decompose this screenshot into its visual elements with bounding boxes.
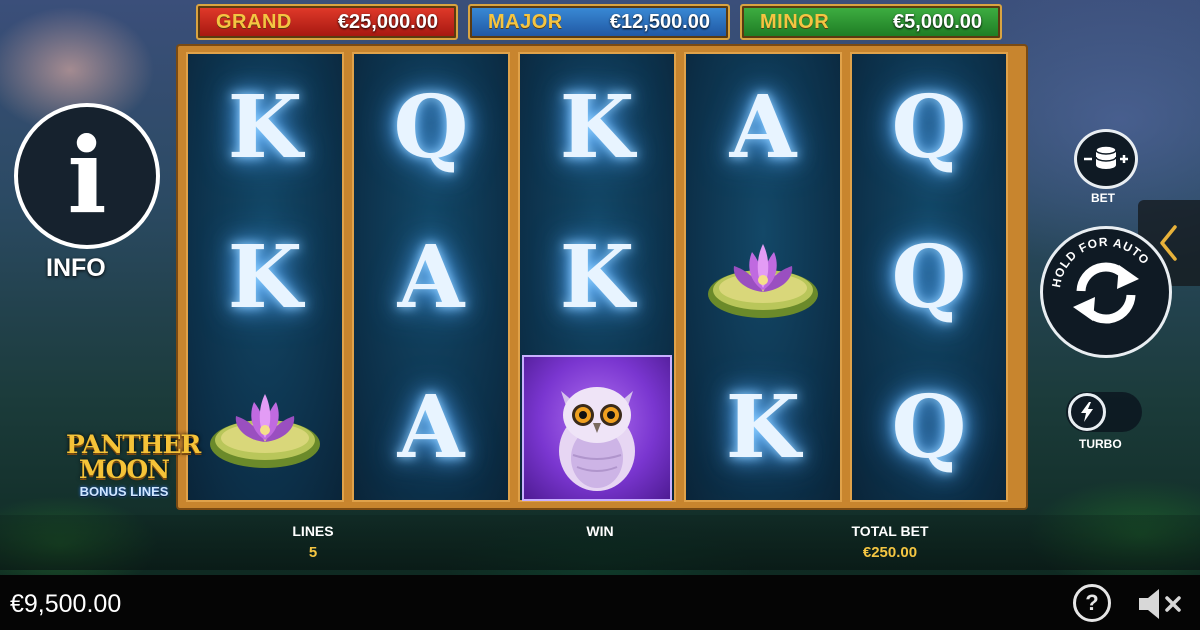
jackpot-major-value: €12,500.00 — [609, 10, 710, 33]
total-bet-value: €250.00 — [862, 544, 918, 561]
reel-1: KK — [186, 52, 344, 502]
reel-cell: K — [684, 352, 842, 502]
letter-symbol: A — [397, 226, 465, 328]
question-icon: ? — [1085, 590, 1099, 615]
help-button[interactable]: ? — [1073, 584, 1111, 622]
reel-cell: Q — [352, 52, 510, 202]
reel-cell — [518, 352, 676, 502]
reel-cell: A — [352, 202, 510, 352]
lines-stat: LINES 5 — [270, 523, 356, 561]
reel-cell: K — [186, 52, 344, 202]
letter-symbol: A — [397, 376, 465, 478]
reel-cell: Q — [850, 352, 1008, 502]
spin-button[interactable]: HOLD FOR AUTO — [1040, 226, 1172, 358]
balance-value: €9,500.00 — [10, 590, 122, 618]
win-stat: WIN — [560, 523, 640, 561]
owl-icon — [559, 387, 635, 491]
logo-line-2: MOON — [78, 455, 170, 484]
reel-cell: K — [518, 202, 676, 352]
jackpot-major-label: MAJOR — [488, 10, 563, 33]
stats-bar: LINES 5 WIN TOTAL BET €250.00 — [0, 515, 1200, 570]
total-bet-label: TOTAL BET — [851, 523, 929, 539]
lines-value: 5 — [308, 544, 318, 561]
reel-2: QAA — [352, 52, 510, 502]
reel-cell: A — [352, 352, 510, 502]
jackpot-minor-label: MINOR — [760, 10, 830, 33]
win-label: WIN — [586, 523, 614, 539]
reel-cell: K — [186, 202, 344, 352]
reel-grid: KK QAAKK A K Q Q Q — [178, 46, 1026, 508]
reel-5: QQQ — [850, 52, 1008, 502]
coin-stack-icon — [1084, 145, 1128, 169]
info-label: INFO — [46, 254, 106, 282]
jackpot-minor: MINOR €5,000.00 — [740, 4, 1002, 40]
letter-symbol: K — [559, 226, 635, 328]
letter-symbol: A — [729, 76, 797, 178]
turbo-label: TURBO — [1079, 437, 1122, 451]
spin-arrows-icon — [1073, 262, 1139, 324]
win-value — [560, 544, 640, 561]
lines-label: LINES — [292, 523, 334, 539]
bottom-bar — [0, 575, 1200, 630]
jackpot-grand-value: €25,000.00 — [337, 10, 438, 33]
turbo-knob[interactable] — [1068, 393, 1106, 431]
letter-symbol: Q — [393, 76, 469, 178]
jackpot-minor-value: €5,000.00 — [893, 10, 982, 33]
reel-cell: K — [518, 52, 676, 202]
letter-symbol: K — [725, 376, 801, 478]
lightning-icon — [1081, 402, 1093, 422]
hold-for-auto-text: HOLD FOR AUTO — [1049, 235, 1152, 289]
reel-cell: A — [684, 52, 842, 202]
lotus-symbol — [210, 394, 320, 468]
letter-symbol: K — [227, 226, 303, 328]
info-button[interactable]: i — [14, 103, 160, 249]
bet-button[interactable] — [1074, 129, 1138, 189]
speaker-muted-icon — [1139, 589, 1181, 619]
reel-cell — [186, 352, 344, 502]
jackpot-bar: GRAND €25,000.00 MAJOR €12,500.00 MINOR … — [196, 4, 1006, 42]
letter-symbol: K — [227, 76, 303, 178]
sound-button[interactable] — [1136, 587, 1186, 621]
reel-cell: Q — [850, 52, 1008, 202]
spin-graphic: HOLD FOR AUTO — [1049, 235, 1152, 324]
jackpot-grand-label: GRAND — [216, 10, 292, 33]
reel-4: A K — [684, 52, 842, 502]
letter-symbol: K — [559, 76, 635, 178]
letter-symbol: Q — [891, 76, 967, 178]
owl-symbol — [522, 355, 672, 501]
reel-cell: Q — [850, 202, 1008, 352]
reel-3: KK — [518, 52, 676, 502]
reel-cell — [684, 202, 842, 352]
jackpot-major: MAJOR €12,500.00 — [468, 4, 730, 40]
jackpot-grand: GRAND €25,000.00 — [196, 4, 458, 40]
logo-line-1: PANTHER — [66, 430, 201, 459]
bet-label: BET — [1091, 191, 1115, 205]
lotus-symbol — [708, 244, 818, 318]
total-bet-stat: TOTAL BET €250.00 — [830, 523, 950, 561]
info-icon: i — [67, 114, 107, 237]
logo-line-3: BONUS LINES — [79, 484, 169, 499]
letter-symbol: Q — [891, 376, 967, 478]
letter-symbol: Q — [891, 226, 967, 328]
game-logo: PANTHER MOON BONUS LINES — [66, 430, 201, 499]
